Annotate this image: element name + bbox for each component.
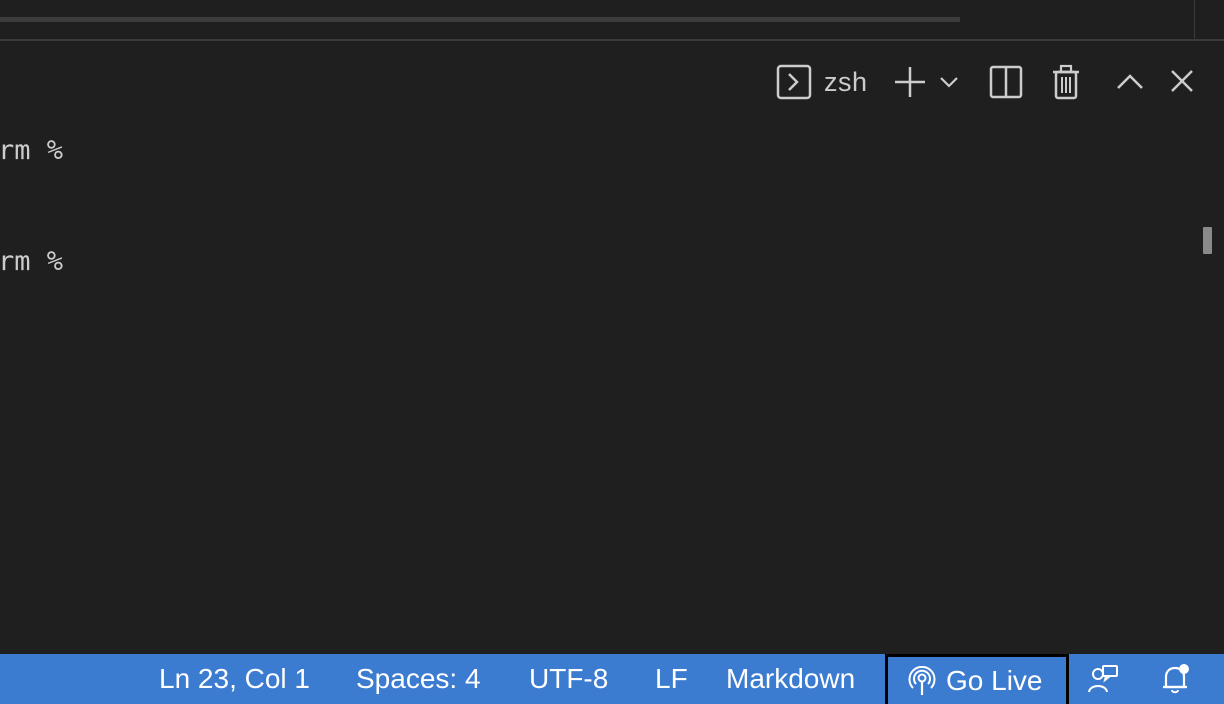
language-mode[interactable]: Markdown bbox=[726, 654, 855, 704]
terminal-prompt-line: rm % bbox=[0, 246, 64, 277]
chevron-down-icon bbox=[940, 77, 958, 88]
cursor-position[interactable]: Ln 23, Col 1 bbox=[159, 654, 310, 704]
broadcast-icon bbox=[908, 665, 936, 695]
feedback-icon bbox=[1088, 665, 1118, 693]
notifications-button[interactable] bbox=[1160, 654, 1192, 704]
terminal-prompt-line: rm % bbox=[0, 135, 64, 166]
split-terminal-button[interactable] bbox=[988, 64, 1024, 100]
line-ending-setting[interactable]: LF bbox=[655, 654, 688, 704]
indentation-setting[interactable]: Spaces: 4 bbox=[356, 654, 481, 704]
editor-horizontal-scrollbar[interactable] bbox=[0, 17, 960, 22]
terminal-scrollbar-thumb[interactable] bbox=[1203, 227, 1212, 254]
feedback-button[interactable] bbox=[1087, 654, 1119, 704]
terminal-profiles-dropdown[interactable] bbox=[937, 70, 961, 94]
close-panel-button[interactable] bbox=[1167, 66, 1197, 96]
plus-icon bbox=[895, 67, 925, 97]
go-live-label: Go Live bbox=[946, 664, 1043, 696]
terminal-tab-label: zsh bbox=[824, 66, 868, 97]
encoding-setting[interactable]: UTF-8 bbox=[529, 654, 608, 704]
maximize-panel-button[interactable] bbox=[1114, 68, 1146, 96]
split-icon bbox=[989, 65, 1023, 99]
chevron-up-icon bbox=[1117, 74, 1143, 89]
trash-icon bbox=[1053, 64, 1079, 100]
terminal-icon bbox=[776, 64, 812, 100]
terminal-tab-zsh[interactable]: zsh bbox=[776, 62, 868, 102]
go-live-button[interactable]: Go Live bbox=[885, 654, 1069, 704]
editor-divider bbox=[1194, 0, 1195, 39]
editor-area bbox=[0, 0, 1224, 39]
new-terminal-button[interactable] bbox=[892, 64, 928, 100]
bell-icon bbox=[1163, 664, 1189, 694]
terminal-panel[interactable] bbox=[0, 41, 1224, 654]
kill-terminal-button[interactable] bbox=[1049, 63, 1083, 101]
close-icon bbox=[1171, 70, 1193, 92]
